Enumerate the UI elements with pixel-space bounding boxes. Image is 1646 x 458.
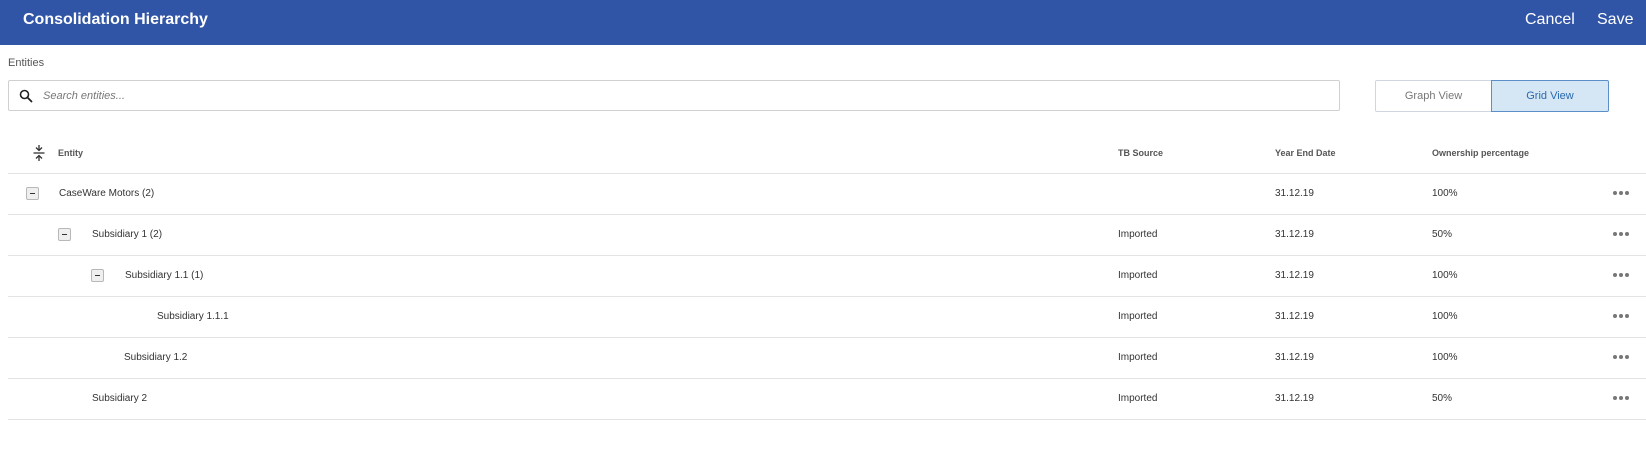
table-row[interactable]: Subsidiary 1 (2) Imported 31.12.19 50% — [8, 215, 1646, 256]
app-header: Consolidation Hierarchy Cancel Save — [0, 0, 1646, 45]
ownership-cell: 100% — [1432, 352, 1458, 363]
year-end-cell: 31.12.19 — [1275, 311, 1314, 322]
ownership-cell: 50% — [1432, 229, 1453, 240]
collapse-toggle-icon[interactable] — [58, 228, 71, 241]
year-end-cell: 31.12.19 — [1275, 188, 1314, 199]
entity-name: Subsidiary 1.2 — [124, 352, 188, 363]
table-row[interactable]: Subsidiary 1.2 Imported 31.12.19 100% — [8, 338, 1646, 379]
year-end-cell: 31.12.19 — [1275, 270, 1314, 281]
tb-source-cell: Imported — [1118, 352, 1158, 363]
ownership-cell: 50% — [1432, 393, 1453, 404]
search-box — [8, 80, 1340, 111]
year-end-cell: 31.12.19 — [1275, 393, 1314, 404]
table-header: Entity TB Source Year End Date Ownership… — [8, 134, 1646, 174]
table-row[interactable]: Subsidiary 1.1.1 Imported 31.12.19 100% — [8, 297, 1646, 338]
more-options-icon[interactable] — [1613, 350, 1631, 364]
column-header-tb-source[interactable]: TB Source — [1118, 148, 1163, 158]
tb-source-cell: Imported — [1118, 393, 1158, 404]
entities-label: Entities — [8, 57, 45, 69]
more-options-icon[interactable] — [1613, 227, 1631, 241]
ownership-cell: 100% — [1432, 188, 1458, 199]
search-input[interactable] — [43, 86, 1323, 106]
more-options-icon[interactable] — [1613, 391, 1631, 405]
entity-name: CaseWare Motors (2) — [59, 188, 155, 199]
column-header-year-end-date[interactable]: Year End Date — [1275, 148, 1336, 158]
save-button[interactable]: Save — [1597, 11, 1633, 29]
more-options-icon[interactable] — [1613, 268, 1631, 282]
ownership-cell: 100% — [1432, 311, 1458, 322]
grid-view-button[interactable]: Grid View — [1491, 80, 1609, 112]
year-end-cell: 31.12.19 — [1275, 229, 1314, 240]
table-row[interactable]: CaseWare Motors (2) 31.12.19 100% — [8, 174, 1646, 215]
collapse-toggle-icon[interactable] — [91, 269, 104, 282]
tb-source-cell: Imported — [1118, 270, 1158, 281]
entity-name: Subsidiary 1 (2) — [92, 229, 163, 240]
graph-view-button[interactable]: Graph View — [1375, 80, 1492, 112]
more-options-icon[interactable] — [1613, 186, 1631, 200]
table-row[interactable]: Subsidiary 2 Imported 31.12.19 50% — [8, 379, 1646, 420]
ownership-cell: 100% — [1432, 270, 1458, 281]
entity-name: Subsidiary 2 — [92, 393, 148, 404]
tb-source-cell: Imported — [1118, 311, 1158, 322]
search-icon — [19, 89, 33, 103]
table-row[interactable]: Subsidiary 1.1 (1) Imported 31.12.19 100… — [8, 256, 1646, 297]
cancel-button[interactable]: Cancel — [1525, 11, 1575, 29]
tb-source-cell: Imported — [1118, 229, 1158, 240]
expand-collapse-all-icon[interactable] — [32, 144, 46, 162]
entity-name: Subsidiary 1.1 (1) — [125, 270, 204, 281]
collapse-toggle-icon[interactable] — [26, 187, 39, 200]
entity-name: Subsidiary 1.1.1 — [157, 311, 229, 322]
year-end-cell: 31.12.19 — [1275, 352, 1314, 363]
column-header-ownership[interactable]: Ownership percentage — [1432, 148, 1529, 158]
more-options-icon[interactable] — [1613, 309, 1631, 323]
page-title: Consolidation Hierarchy — [23, 11, 208, 28]
column-header-entity[interactable]: Entity — [58, 148, 83, 158]
